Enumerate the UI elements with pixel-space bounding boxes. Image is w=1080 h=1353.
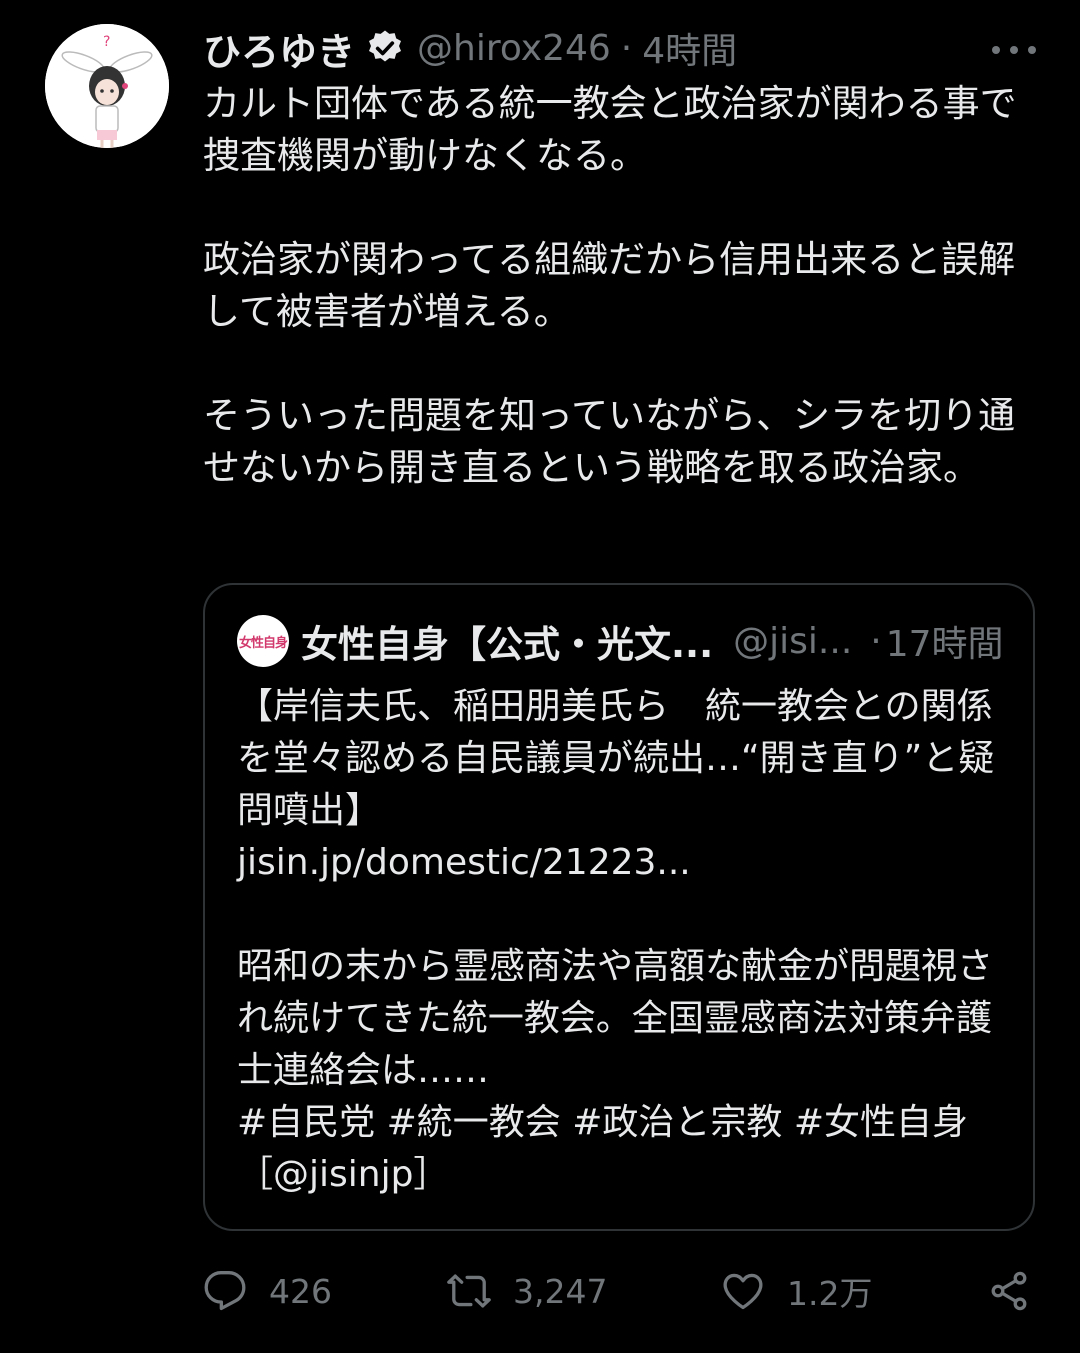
quoted-hashtags[interactable]: #自民党 #統一教会 #政治と宗教 #女性自身 xyxy=(237,1097,1012,1149)
author-display-name[interactable]: ひろゆき xyxy=(203,21,355,76)
quoted-tweet-timestamp: 17時間 xyxy=(885,624,1004,665)
tweet: ? ひろゆき @hirox246 · 4時間 カルト団体である統一教会と政治家が… xyxy=(0,0,1080,1353)
like-button[interactable]: 1.2万 xyxy=(721,1262,872,1320)
reply-button[interactable]: 426 xyxy=(203,1262,332,1320)
retweet-button[interactable]: 3,247 xyxy=(447,1262,607,1320)
heart-icon xyxy=(721,1269,765,1313)
separator-dot: · xyxy=(870,620,882,662)
quoted-author-display-name: 女性自身【公式・光文... xyxy=(301,623,714,666)
share-icon xyxy=(987,1269,1031,1313)
tweet-paragraph: そういった問題を知っていながら、シラを切り通せないから開き直るという戦略を取る政… xyxy=(203,394,1016,489)
tweet-header: ひろゆき @hirox246 · 4時間 xyxy=(203,22,737,74)
quoted-author-handle: @jisi... xyxy=(733,620,853,662)
quoted-tweet-text: 【岸信夫氏、稲田朋美氏ら 統一教会との関係を堂々認める自民議員が続出…“開き直り… xyxy=(237,681,1012,1201)
more-options-icon[interactable] xyxy=(992,32,1036,68)
retweet-icon xyxy=(447,1269,491,1313)
reply-count: 426 xyxy=(269,1271,332,1311)
tweet-action-bar: 426 3,247 1.2万 xyxy=(203,1262,1043,1320)
svg-text:?: ? xyxy=(103,34,110,50)
quoted-tweet-header: 女性自身 女性自身【公式・光文... @jisi... · 17時間 xyxy=(237,611,1007,671)
author-handle[interactable]: @hirox246 xyxy=(417,28,611,69)
tweet-paragraph: カルト団体である統一教会と政治家が関わる事で捜査機関が動けなくなる。 xyxy=(203,82,1017,177)
quoted-author-avatar[interactable]: 女性自身 xyxy=(237,615,289,667)
tweet-paragraph: 政治家が関わってる組織だから信用出来ると誤解して被害者が増える。 xyxy=(203,238,1016,333)
quoted-excerpt: 昭和の末から霊感商法や高額な献金が問題視され続けてきた統一教会。全国霊感商法対策… xyxy=(237,946,994,1091)
separator-dot: · xyxy=(620,27,633,69)
quoted-mention[interactable]: ［@jisinjp］ xyxy=(237,1149,1012,1201)
avatar-illustration: ? xyxy=(45,24,169,148)
reply-icon xyxy=(203,1269,247,1313)
tweet-timestamp[interactable]: 4時間 xyxy=(642,22,737,74)
quoted-tweet-card[interactable]: 女性自身 女性自身【公式・光文... @jisi... · 17時間 【岸信夫氏… xyxy=(203,583,1035,1231)
tweet-text: カルト団体である統一教会と政治家が関わる事で捜査機関が動けなくなる。 政治家が関… xyxy=(203,78,1033,494)
quoted-headline: 【岸信夫氏、稲田朋美氏ら 統一教会との関係を堂々認める自民議員が続出…“開き直り… xyxy=(237,686,995,831)
like-count: 1.2万 xyxy=(787,1274,873,1313)
quoted-link[interactable]: jisin.jp/domestic/21223... xyxy=(237,837,1012,889)
verified-badge-icon xyxy=(365,28,405,68)
quoted-avatar-logo: 女性自身 xyxy=(238,635,288,651)
author-avatar[interactable]: ? xyxy=(45,24,169,148)
share-button[interactable] xyxy=(987,1262,1031,1320)
retweet-count: 3,247 xyxy=(513,1271,608,1311)
